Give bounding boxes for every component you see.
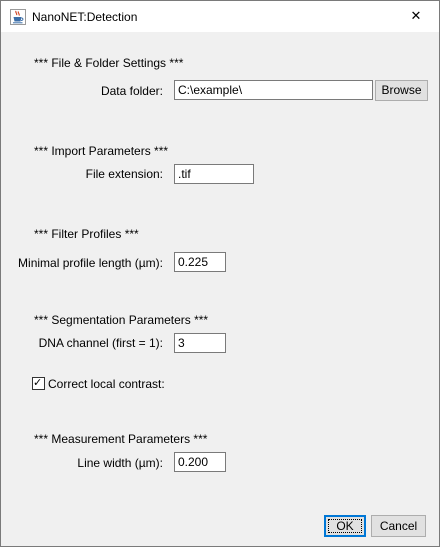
file-extension-label: File extension: <box>85 167 163 181</box>
data-folder-label: Data folder: <box>100 84 163 98</box>
line-width-label: Line width (µm): <box>77 456 163 470</box>
window-title: NanoNET:Detection <box>32 10 138 24</box>
ok-button[interactable]: OK <box>324 515 366 537</box>
min-profile-length-label: Minimal profile length (µm): <box>18 256 163 270</box>
data-folder-input[interactable] <box>174 80 373 100</box>
dialog-content: *** File & Folder Settings *** Data fold… <box>1 32 439 546</box>
section-heading-filter: *** Filter Profiles *** <box>34 227 139 241</box>
line-width-input[interactable] <box>174 452 226 472</box>
correct-contrast-label[interactable]: Correct local contrast: <box>48 377 165 391</box>
ok-button-label: OK <box>336 519 354 533</box>
section-heading-import: *** Import Parameters *** <box>34 144 169 158</box>
checkmark-icon: ✓ <box>33 376 43 389</box>
dna-channel-label: DNA channel (first = 1): <box>38 336 163 350</box>
min-profile-length-input[interactable] <box>174 252 226 272</box>
close-button[interactable]: ✕ <box>393 1 439 32</box>
section-heading-file-folder: *** File & Folder Settings *** <box>34 56 184 70</box>
cancel-button[interactable]: Cancel <box>371 515 426 537</box>
close-icon: ✕ <box>410 9 422 24</box>
dna-channel-input[interactable] <box>174 333 226 353</box>
dialog-window: NanoNET:Detection ✕ *** File & Folder Se… <box>0 0 440 547</box>
title-bar: NanoNET:Detection ✕ <box>1 1 439 32</box>
section-heading-measurement: *** Measurement Parameters *** <box>34 432 208 446</box>
section-heading-segmentation: *** Segmentation Parameters *** <box>34 313 209 327</box>
file-extension-input[interactable] <box>174 164 254 184</box>
java-cup-icon <box>10 9 26 25</box>
correct-contrast-checkbox[interactable]: ✓ <box>32 376 45 390</box>
browse-button[interactable]: Browse <box>375 80 428 101</box>
